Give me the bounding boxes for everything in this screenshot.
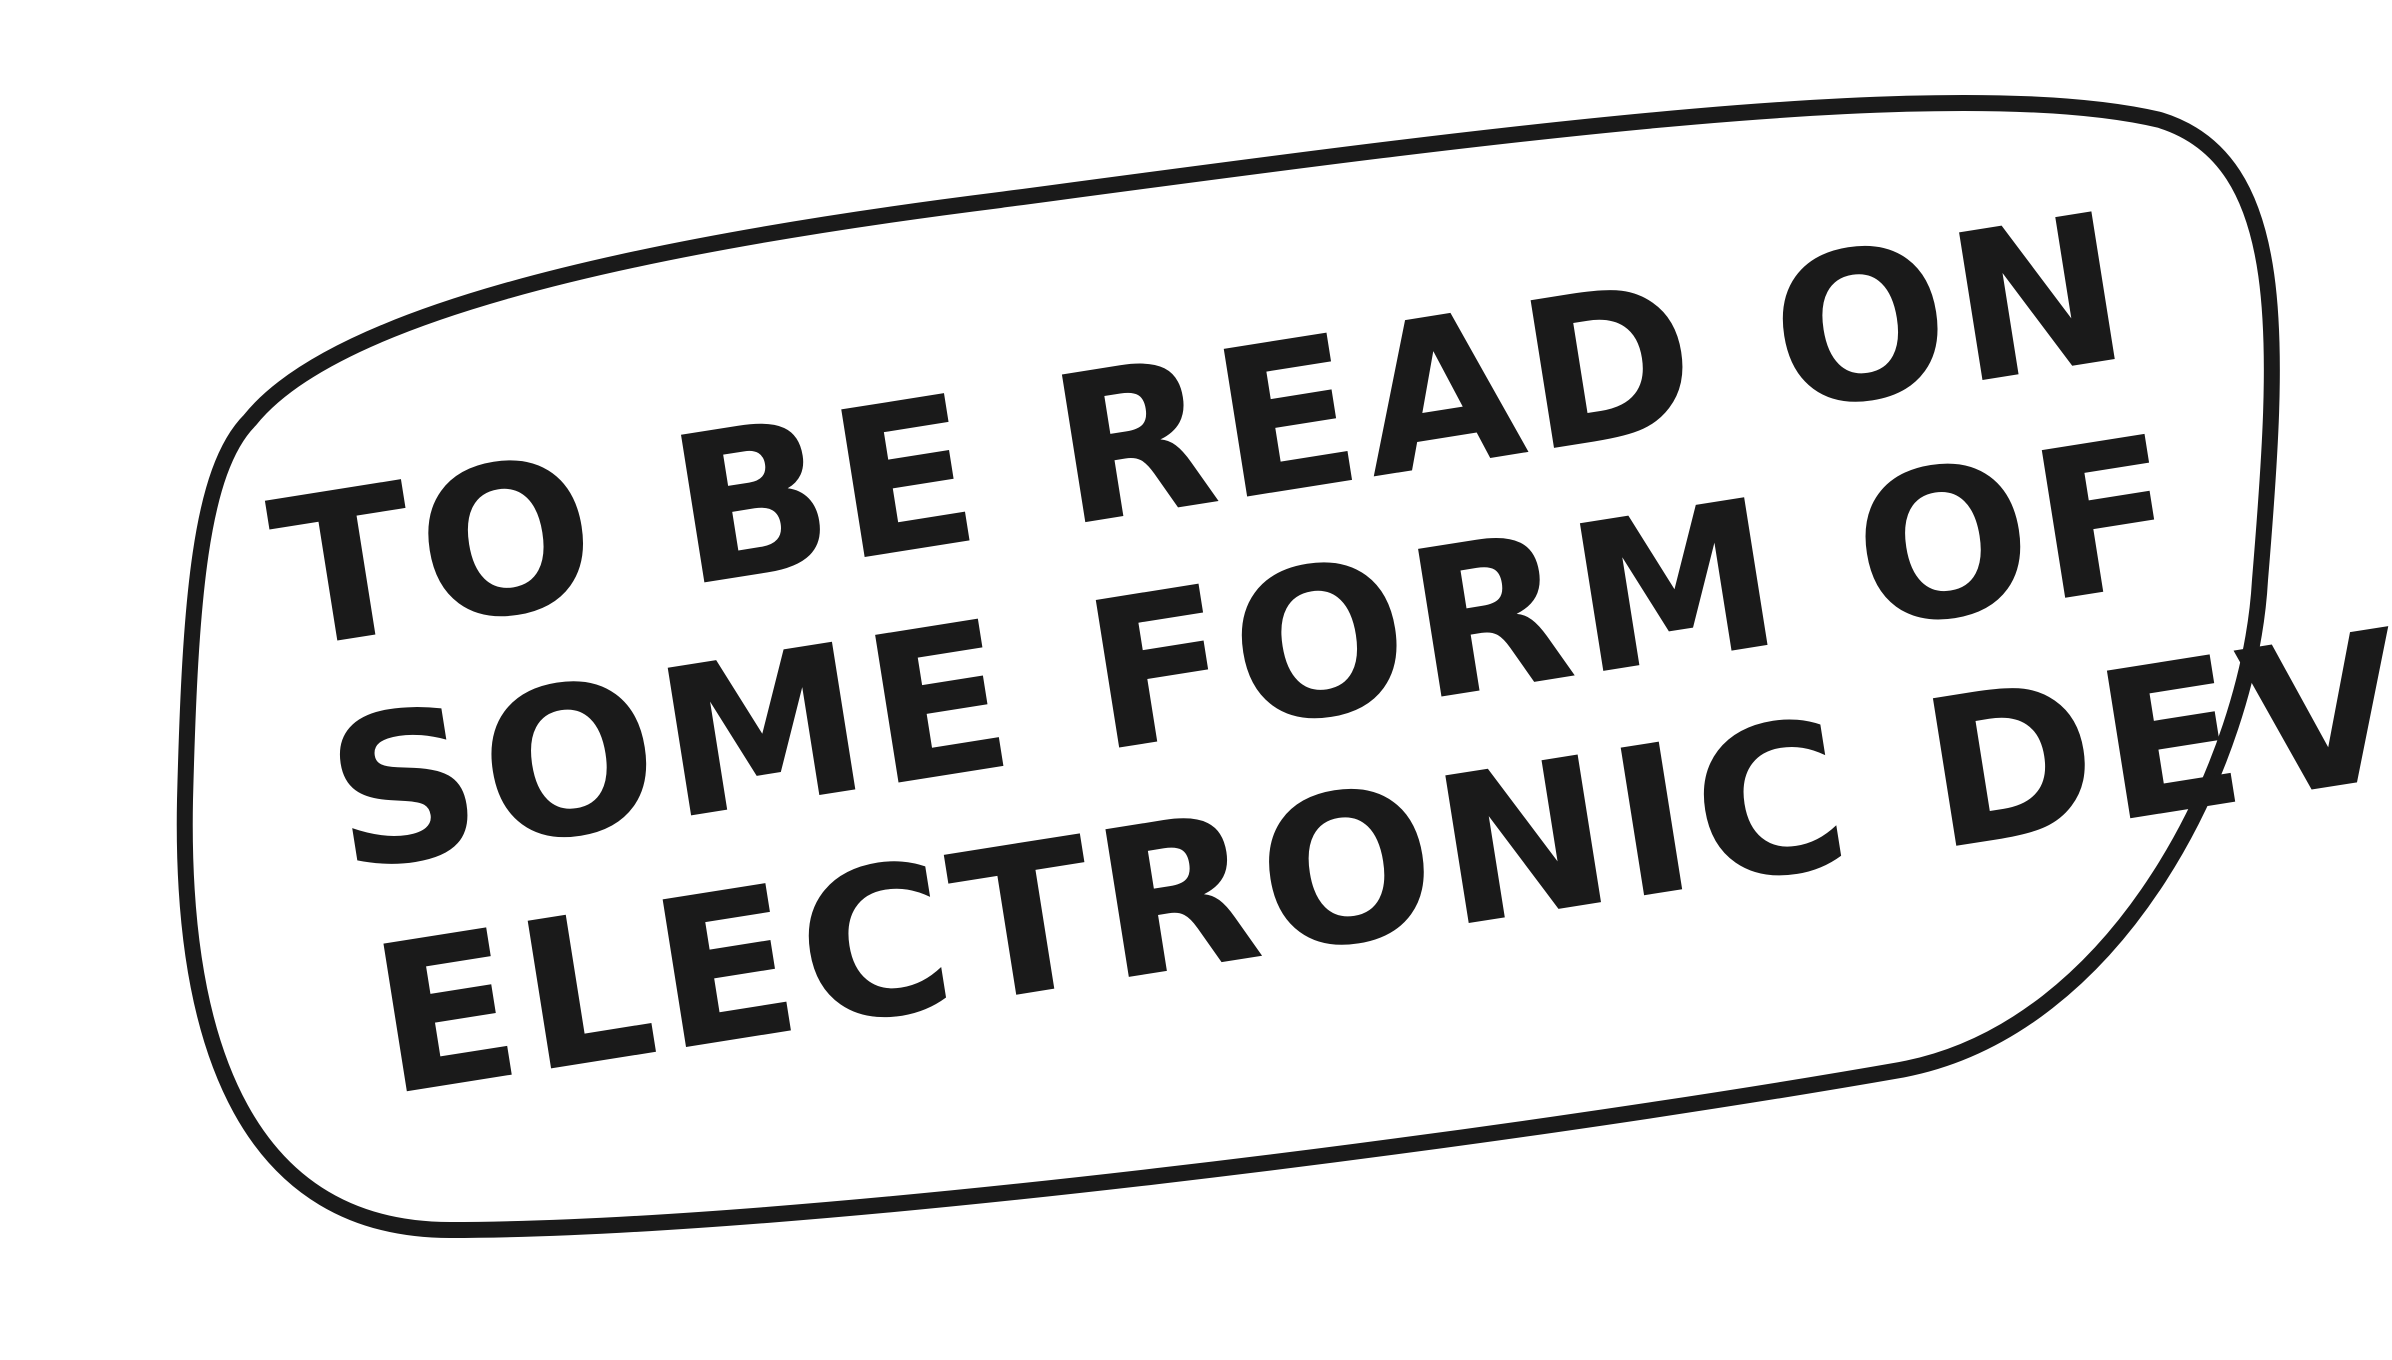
hand-drawn-note: TO BE READ ON SOME FORM OF ELECTRONIC DE… — [0, 0, 2392, 1360]
